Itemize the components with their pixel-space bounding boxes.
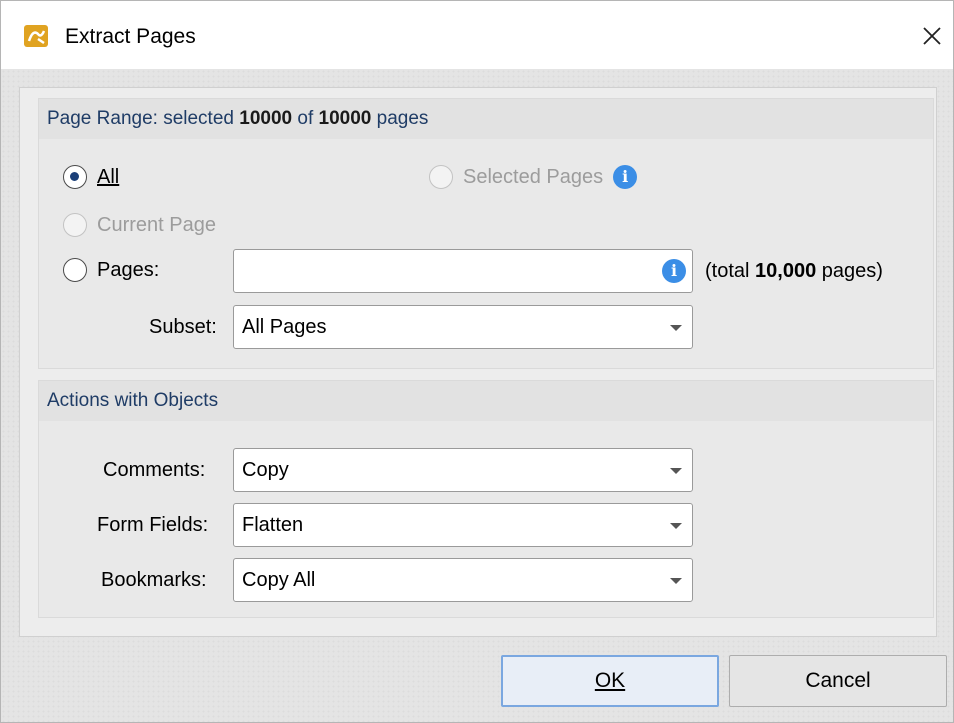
bookmarks-select[interactable]: Copy All [233, 558, 693, 602]
radio-pages-label: Pages: [97, 258, 160, 281]
radio-current-page-label: Current Page [97, 213, 216, 236]
chevron-down-icon [670, 468, 682, 474]
actions-header: Actions with Objects [39, 381, 933, 421]
form-fields-select[interactable]: Flatten [233, 503, 693, 547]
subset-select[interactable]: All Pages [233, 305, 693, 349]
comments-select[interactable]: Copy [233, 448, 693, 492]
radio-current-page[interactable]: Current Page [63, 213, 216, 237]
bookmarks-label: Bookmarks: [101, 569, 207, 591]
radio-all-label: All [97, 165, 120, 188]
radio-circle [63, 165, 87, 189]
total-count: 10000 [318, 108, 372, 129]
bookmarks-select-value: Copy All [242, 569, 316, 591]
comments-label: Comments: [103, 459, 206, 481]
extract-pages-dialog: Extract Pages Page Range: selected 10000… [0, 0, 954, 723]
ok-button[interactable]: OK [501, 655, 719, 707]
subset-label: Subset: [149, 316, 217, 338]
page-range-title: Page Range: selected 10000 of 10000 page… [47, 108, 429, 129]
actions-title: Actions with Objects [47, 390, 219, 411]
form-fields-label: Form Fields: [97, 514, 209, 536]
radio-selected-pages[interactable]: Selected Pages i [429, 165, 638, 189]
pages-input[interactable]: i [233, 249, 693, 293]
cancel-button[interactable]: Cancel [729, 655, 947, 707]
chevron-down-icon [670, 578, 682, 584]
radio-all[interactable]: All [63, 165, 119, 189]
radio-selected-pages-label: Selected Pages [463, 165, 604, 188]
selected-count: 10000 [239, 108, 293, 129]
actions-group: Actions with Objects Comments: Copy Form… [38, 380, 934, 618]
info-icon[interactable]: i [613, 165, 638, 189]
radio-circle [63, 213, 87, 237]
comments-select-value: Copy [242, 459, 289, 481]
app-logo-icon [24, 25, 48, 47]
page-range-group: Page Range: selected 10000 of 10000 page… [38, 98, 934, 369]
info-icon[interactable]: i [662, 259, 686, 283]
close-button[interactable] [911, 15, 953, 57]
chevron-down-icon [670, 523, 682, 529]
chevron-down-icon [670, 325, 682, 331]
radio-circle [63, 258, 87, 282]
close-icon [923, 27, 941, 45]
dialog-body: Page Range: selected 10000 of 10000 page… [1, 69, 953, 722]
window-title: Extract Pages [65, 25, 196, 48]
subset-select-value: All Pages [242, 316, 327, 338]
form-fields-select-value: Flatten [242, 514, 304, 536]
radio-pages[interactable]: Pages: [63, 258, 159, 282]
radio-circle [429, 165, 453, 189]
page-range-header: Page Range: selected 10000 of 10000 page… [39, 99, 933, 139]
total-pages-text: (total 10,000 pages) [705, 260, 883, 282]
options-panel: Page Range: selected 10000 of 10000 page… [19, 87, 937, 637]
title-bar: Extract Pages [1, 1, 953, 69]
